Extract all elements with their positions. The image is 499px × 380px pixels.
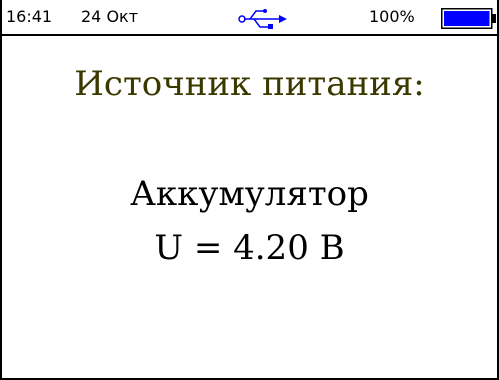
device-screen: 16:41 24 Окт 100% Источник питания: Акку… (0, 0, 499, 380)
status-bar: 16:41 24 Окт 100% (2, 0, 497, 36)
battery-icon (441, 8, 496, 29)
status-time: 16:41 (6, 7, 53, 26)
status-date: 24 Окт (81, 7, 139, 26)
voltage-value: U = 4.20 В (154, 228, 345, 268)
page-title: Источник питания: (74, 64, 425, 104)
battery-percent: 100% (369, 7, 415, 26)
usb-icon (238, 9, 287, 29)
power-source-value: Аккумулятор (130, 174, 369, 214)
